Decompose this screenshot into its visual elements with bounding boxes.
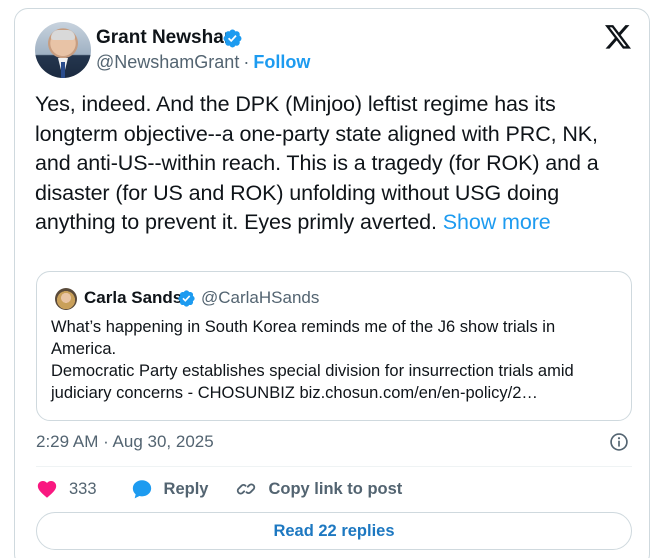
link-icon [237, 483, 256, 495]
quoted-text-line: What’s happening in South Korea reminds … [51, 318, 556, 336]
reply-label: Reply [163, 479, 209, 498]
author-name[interactable]: Grant Newsham [96, 27, 241, 49]
author-handle-row: @NewshamGrant · Follow [96, 52, 310, 73]
info-icon[interactable] [609, 432, 629, 452]
quoted-tweet-text: What’s happening in South Korea reminds … [51, 316, 621, 404]
avatar-tie [61, 62, 65, 78]
quoted-author-handle: @CarlaHSands [201, 288, 320, 307]
divider [36, 466, 632, 467]
tweet-timestamp[interactable]: 2:29 AM · Aug 30, 2025 [36, 432, 214, 452]
quoted-tweet[interactable]: Carla Sands @CarlaHSands What’s happenin… [36, 271, 632, 421]
read-replies-button[interactable]: Read 22 replies [36, 512, 632, 550]
like-button[interactable]: 333 [36, 478, 97, 500]
quoted-text-line: America. [51, 340, 117, 358]
reply-button[interactable]: Reply [131, 478, 209, 500]
author-handle[interactable]: @NewshamGrant [96, 52, 239, 72]
verified-badge-icon [223, 29, 242, 48]
action-bar: 333 Reply Copy link to post [36, 476, 402, 502]
x-logo-icon[interactable] [605, 25, 631, 49]
like-count: 333 [69, 479, 97, 498]
verified-badge-icon [178, 290, 195, 307]
author-avatar[interactable] [35, 22, 91, 78]
copy-link-button[interactable]: Copy link to post [235, 478, 402, 500]
show-more-link[interactable]: Show more [443, 210, 551, 234]
follow-button[interactable]: Follow [253, 52, 310, 72]
quoted-author-name: Carla Sands [84, 288, 183, 307]
quoted-text-line: judiciary concerns - CHOSUNBIZ biz.chosu… [51, 384, 538, 402]
avatar-hair [51, 30, 75, 40]
copy-link-label: Copy link to post [268, 479, 403, 498]
tweet-text: Yes, indeed. And the DPK (Minjoo) leftis… [35, 90, 625, 238]
handle-separator: · [243, 52, 250, 72]
heart-icon [37, 481, 57, 498]
quoted-author-avatar [55, 288, 77, 310]
quoted-text-line: Democratic Party establishes special div… [51, 362, 574, 380]
reply-bubble-icon [132, 480, 151, 499]
